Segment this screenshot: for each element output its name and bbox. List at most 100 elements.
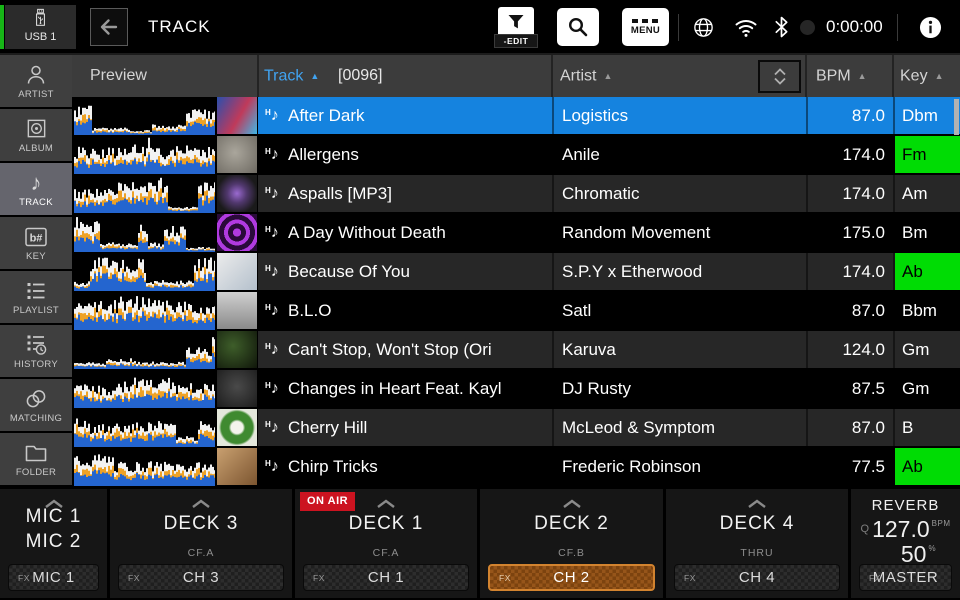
collapse-chevron-icon[interactable] (480, 496, 663, 514)
sidebar-item-label: KEY (26, 250, 46, 262)
preview-cell[interactable] (72, 136, 258, 174)
artist-cell: Satl (552, 292, 806, 329)
table-row[interactable]: H ♪ Can't Stop, Won't Stop (Ori Karuva 124.0… (72, 331, 960, 370)
preview-cell[interactable] (72, 331, 258, 369)
track-filter-button[interactable]: -EDIT (494, 7, 538, 48)
crossfader-assign-label: CF.A (187, 547, 215, 559)
album-art (217, 214, 257, 251)
preview-cell[interactable] (72, 370, 258, 408)
sidebar-item-folder[interactable]: FOLDER (0, 433, 72, 485)
sort-asc-icon: ▲ (934, 71, 944, 81)
key-value: Dbm (902, 105, 938, 125)
key-value: B (902, 417, 914, 437)
preview-cell[interactable] (72, 292, 258, 330)
waveform-preview (74, 377, 215, 408)
table-row[interactable]: H ♪ Allergens Anile 174.0 Fm (72, 136, 960, 175)
waveform-preview (74, 418, 215, 447)
chevron-up-icon (773, 68, 786, 76)
table-row[interactable]: H ♪ After Dark Logistics 87.0 Dbm (72, 97, 960, 136)
preview-cell[interactable] (72, 448, 258, 486)
table-row[interactable]: H ♪ Aspalls [MP3] Chromatic 174.0 Am (72, 175, 960, 214)
crossfader-assign-label: CF.B (558, 547, 585, 559)
sort-asc-icon: ▲ (603, 71, 613, 81)
track-title: B.L.O (288, 300, 332, 320)
quantize-icon: Q (860, 523, 870, 535)
fx-assign-ch-1[interactable]: FX CH 1 (303, 564, 469, 591)
column-header-key[interactable]: Key ▲ (900, 55, 944, 97)
deck-panel-mic-1[interactable]: MIC 1 MIC 2 FX MIC 1 (0, 489, 107, 598)
sidebar-item-playlist[interactable]: PLAYLIST (0, 271, 72, 323)
header-divider (551, 55, 553, 97)
waveform-preview (74, 296, 215, 330)
deck-panel-deck-3[interactable]: DECK 3 CF.A FX CH 3 (110, 489, 292, 598)
globe-icon (694, 18, 713, 37)
menu-button[interactable]: MENU (622, 8, 669, 46)
deck-name: DECK 4 (719, 513, 795, 534)
sidebar-item-artist[interactable]: ARTIST (0, 55, 72, 107)
scrollbar-thumb[interactable] (954, 99, 959, 135)
waveform-preview (74, 105, 215, 135)
search-button[interactable] (557, 8, 599, 46)
fx-panel[interactable]: REVERB Q 127.0 BPM 50 % FX MASTER (851, 489, 960, 598)
column-header-preview[interactable]: Preview (90, 55, 147, 97)
table-row[interactable]: H ♪ B.L.O Satl 87.0 Bbm (72, 292, 960, 331)
header-divider (892, 55, 894, 97)
table-row[interactable]: H ♪ Because Of You S.P.Y x Etherwood 174.0 Ab (72, 253, 960, 292)
sidebar-item-key[interactable]: b# KEY (0, 217, 72, 269)
artist-cell: Chromatic (552, 175, 806, 212)
table-row[interactable]: H ♪ Cherry Hill McLeod & Symptom 87.0 B (72, 409, 960, 448)
preview-cell[interactable] (72, 97, 258, 135)
column-header-track[interactable]: Track ▲ (264, 55, 319, 97)
table-row[interactable]: H ♪ Chirp Tricks Frederic Robinson 77.5 Ab (72, 448, 960, 487)
filter-funnel-icon (498, 7, 534, 37)
dj-browser-screen: USB 1 TRACK -EDIT MENU 0:00:00 ARTIST AL… (0, 0, 960, 600)
fx-assign-ch-4[interactable]: FX CH 4 (674, 564, 840, 591)
bpm-cell: 124.0 (806, 331, 893, 368)
fx-assign-mic-1[interactable]: FX MIC 1 (8, 564, 99, 591)
info-icon[interactable] (919, 16, 942, 39)
column-header-artist[interactable]: Artist ▲ (560, 55, 612, 97)
table-row[interactable]: H ♪ A Day Without Death Random Movement 175.… (72, 214, 960, 253)
collapse-chevron-icon[interactable] (295, 496, 477, 514)
track-cell: H ♪ Chirp Tricks (258, 448, 552, 485)
preview-cell[interactable] (72, 253, 258, 291)
track-title: Changes in Heart Feat. Kayl (288, 378, 502, 398)
fx-assign-value: MIC 1 (32, 569, 75, 586)
bpm-cell: 174.0 (806, 253, 893, 290)
sidebar-item-track[interactable]: ♪ TRACK (0, 163, 72, 215)
collapse-chevron-icon[interactable] (666, 496, 848, 514)
track-cell: H ♪ Changes in Heart Feat. Kayl (258, 370, 552, 407)
fx-assign-ch-3[interactable]: FX CH 3 (118, 564, 284, 591)
waveform-preview (74, 257, 215, 291)
deck-panel-deck-4[interactable]: DECK 4 THRU FX CH 4 (666, 489, 848, 598)
bpm-cell: 87.0 (806, 97, 893, 134)
sort-toggle-button[interactable] (758, 60, 801, 93)
fx-assign-ch-2[interactable]: FX CH 2 (488, 564, 655, 591)
artist-cell: McLeod & Symptom (552, 409, 806, 446)
sidebar-item-album[interactable]: ALBUM (0, 109, 72, 161)
preview-cell[interactable] (72, 214, 258, 252)
track-cell: H ♪ Can't Stop, Won't Stop (Ori (258, 331, 552, 368)
sidebar-item-matching[interactable]: MATCHING (0, 379, 72, 431)
track-title: A Day Without Death (288, 222, 446, 242)
usb-source-button[interactable]: USB 1 (5, 5, 76, 49)
artist-cell: S.P.Y x Etherwood (552, 253, 806, 290)
track-title: Chirp Tricks (288, 456, 378, 476)
top-bar: USB 1 TRACK -EDIT MENU 0:00:00 (0, 0, 960, 55)
fx-label: FX (499, 572, 511, 583)
preview-cell[interactable] (72, 175, 258, 213)
fx-assign-value: CH 3 (182, 569, 220, 586)
key-icon: b# (23, 225, 49, 249)
column-header-bpm[interactable]: BPM ▲ (816, 55, 867, 97)
deck-panel-deck-1[interactable]: ON AIR DECK 1 CF.A FX CH 1 (295, 489, 477, 598)
sidebar-item-history[interactable]: HISTORY (0, 325, 72, 377)
track-note-icon: H ♪ (265, 106, 279, 124)
table-row[interactable]: H ♪ Changes in Heart Feat. Kayl DJ Rusty 87.… (72, 370, 960, 409)
fx-assign-master[interactable]: FX MASTER (859, 564, 952, 591)
back-button[interactable] (90, 8, 128, 46)
deck-name: DECK 1 (348, 513, 424, 534)
deck-panel-deck-2[interactable]: DECK 2 CF.B FX CH 2 (480, 489, 663, 598)
track-note-icon: H ♪ (265, 340, 279, 358)
collapse-chevron-icon[interactable] (110, 496, 292, 514)
preview-cell[interactable] (72, 409, 258, 447)
